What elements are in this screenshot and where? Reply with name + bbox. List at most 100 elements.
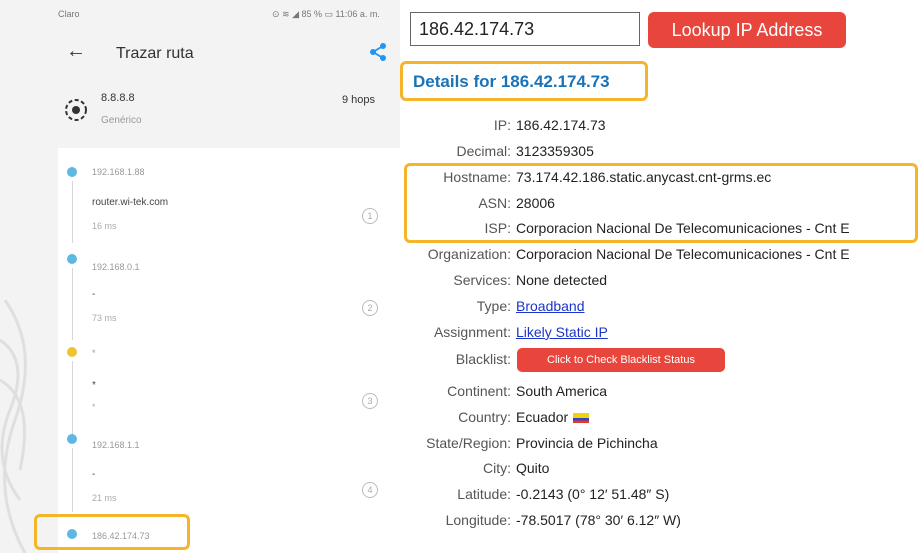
detail-row: Blacklist: Click to Check Blacklist Statu… xyxy=(400,348,919,372)
hop-4-number: 4 xyxy=(362,482,378,498)
hop-3-name: * xyxy=(92,380,96,391)
detail-label: Country: xyxy=(458,409,511,425)
hop-2-ip: 192.168.0.1 xyxy=(92,262,140,272)
traceroute-phone-panel: Claro ⊙ ≋ ◢ 85 % ▭ 11:06 a. m. ← Trazar … xyxy=(0,0,400,553)
detail-value-text: 3123359305 xyxy=(516,143,594,159)
detail-label: Longitude: xyxy=(445,512,511,528)
detail-row: Country: Ecuador xyxy=(400,406,919,430)
hop-3-number: 3 xyxy=(362,393,378,409)
detail-value: 28006 xyxy=(516,195,555,211)
detail-row: Assignment: Likely Static IP xyxy=(400,321,919,345)
hop-count: 9 hops xyxy=(342,94,376,106)
hop-1-number: 1 xyxy=(362,208,378,224)
detail-value: Corporacion Nacional De Telecomunicacion… xyxy=(516,246,850,262)
hop-connector xyxy=(72,181,73,243)
detail-value: -78.5017 (78° 30′ 6.12″ W) xyxy=(516,512,681,528)
detail-row: ASN: 28006 xyxy=(400,192,919,216)
detail-value: Corporacion Nacional De Telecomunicacion… xyxy=(516,220,850,236)
detail-row: State/Region: Provincia de Pichincha xyxy=(400,432,919,456)
detail-label: Latitude: xyxy=(457,486,511,502)
detail-value-text: None detected xyxy=(516,272,608,288)
lookup-ip-button[interactable]: Lookup IP Address xyxy=(648,12,846,48)
detail-row: Continent: South America xyxy=(400,380,919,404)
detail-value: Likely Static IP xyxy=(516,324,608,340)
detail-value-text: Corporacion Nacional De Telecomunicacion… xyxy=(516,246,850,262)
target-host: 8.8.8.8 xyxy=(101,92,135,104)
detail-label: City: xyxy=(483,460,511,476)
detail-row: Decimal: 3123359305 xyxy=(400,140,919,164)
detail-row: Services: None detected xyxy=(400,269,919,293)
detail-label: Services: xyxy=(453,272,511,288)
status-bar: Claro ⊙ ≋ ◢ 85 % ▭ 11:06 a. m. xyxy=(0,0,400,26)
detail-value-text: -0.2143 (0° 12′ 51.48″ S) xyxy=(516,486,670,502)
hop-3-dot xyxy=(67,347,77,357)
hop-2-dot xyxy=(67,254,77,264)
destination-highlight-box xyxy=(34,514,190,550)
hop-2-name: - xyxy=(92,289,96,300)
detail-label: Hostname: xyxy=(443,169,511,185)
detail-value-text: 28006 xyxy=(516,195,555,211)
detail-link[interactable]: Broadband xyxy=(516,298,585,314)
detail-label: State/Region: xyxy=(426,435,511,451)
detail-value-text: Quito xyxy=(516,460,550,476)
detail-row: ISP: Corporacion Nacional De Telecomunica… xyxy=(400,217,919,241)
detail-label: Blacklist: xyxy=(455,351,511,367)
detail-value-text: -78.5017 (78° 30′ 6.12″ W) xyxy=(516,512,681,528)
hop-connector xyxy=(72,448,73,512)
detail-value: None detected xyxy=(516,272,607,288)
detail-value: 186.42.174.73 xyxy=(516,117,606,133)
hop-1-name: router.wi-tek.com xyxy=(92,197,169,208)
target-host-row[interactable]: 8.8.8.8 Genérico 9 hops xyxy=(58,84,400,142)
hop-4-ms: 21 ms xyxy=(92,493,117,503)
detail-label: Continent: xyxy=(447,383,511,399)
app-title: Trazar ruta xyxy=(116,45,194,62)
detail-label: ISP: xyxy=(484,220,511,236)
detail-value-text: 186.42.174.73 xyxy=(516,117,606,133)
detail-value: Broadband xyxy=(516,298,585,314)
target-subtitle: Genérico xyxy=(101,115,142,126)
hop-list: 192.168.1.88 router.wi-tek.com 16 ms 1 1… xyxy=(58,148,400,553)
detail-value: -0.2143 (0° 12′ 51.48″ S) xyxy=(516,486,669,502)
detail-value-text: Provincia de Pichincha xyxy=(516,435,658,451)
detail-row: Type: Broadband xyxy=(400,295,919,319)
hop-2-number: 2 xyxy=(362,300,378,316)
hop-connector xyxy=(72,361,73,436)
detail-row: Hostname: 73.174.42.186.static.anycast.cn… xyxy=(400,166,919,190)
detail-label: ASN: xyxy=(478,195,511,211)
carrier-label: Claro xyxy=(58,9,80,19)
detail-value: Ecuador xyxy=(516,409,590,425)
hop-connector xyxy=(72,268,73,340)
back-arrow-icon[interactable]: ← xyxy=(66,40,86,63)
detail-label: Assignment: xyxy=(433,324,511,340)
detail-value: 3123359305 xyxy=(516,143,594,159)
detail-value: Quito xyxy=(516,460,549,476)
detail-link[interactable]: Likely Static IP xyxy=(516,324,608,340)
detail-value-text: South America xyxy=(516,383,608,399)
details-title: Details for 186.42.174.73 xyxy=(413,72,610,91)
detail-label: Decimal: xyxy=(456,143,511,159)
detail-label: Type: xyxy=(476,298,511,314)
detail-row: IP: 186.42.174.73 xyxy=(400,114,919,138)
share-icon[interactable] xyxy=(368,42,388,62)
detail-value-text: 73.174.42.186.static.anycast.cnt-grms.ec xyxy=(516,169,772,185)
hop-4-ip: 192.168.1.1 xyxy=(92,440,140,450)
detail-row: City: Quito xyxy=(400,457,919,481)
detail-row: Latitude: -0.2143 (0° 12′ 51.48″ S) xyxy=(400,483,919,507)
detail-value-text: Corporacion Nacional De Telecomunicacion… xyxy=(516,220,850,236)
details-header-box: Details for 186.42.174.73 xyxy=(400,61,648,101)
hop-1-ip: 192.168.1.88 xyxy=(92,167,145,177)
target-radio-icon xyxy=(65,99,87,121)
detail-value: Provincia de Pichincha xyxy=(516,435,658,451)
ip-address-input[interactable] xyxy=(410,12,640,46)
check-blacklist-button[interactable]: Click to Check Blacklist Status xyxy=(517,348,725,372)
ecuador-flag-icon xyxy=(573,413,590,423)
hop-4-name: - xyxy=(92,469,96,480)
detail-label: Organization: xyxy=(427,246,511,262)
detail-row: Organization: Corporacion Nacional De Tel… xyxy=(400,243,919,267)
hop-1-dot xyxy=(67,167,77,177)
detail-label: IP: xyxy=(493,117,511,133)
hop-1-ms: 16 ms xyxy=(92,221,117,231)
detail-value: 73.174.42.186.static.anycast.cnt-grms.ec xyxy=(516,169,771,185)
hop-3-ip: * xyxy=(92,348,96,358)
detail-value-text: Ecuador xyxy=(516,409,569,425)
